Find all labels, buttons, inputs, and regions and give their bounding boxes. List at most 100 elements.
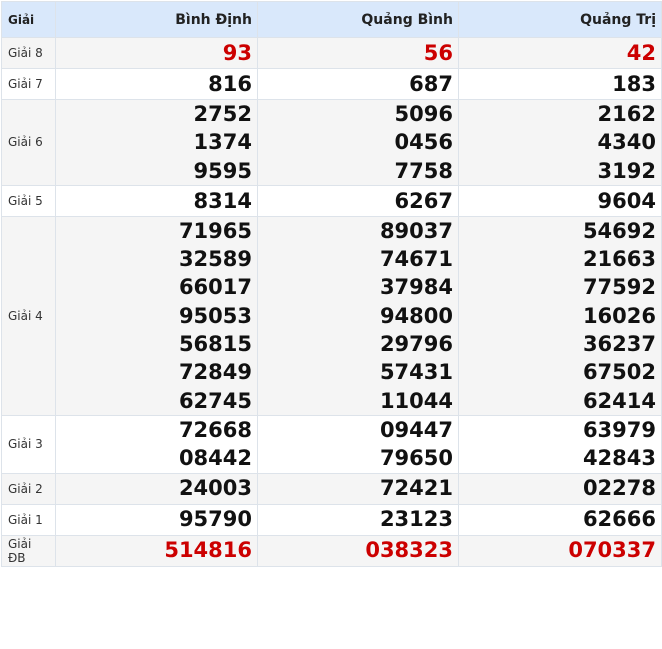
header-prize-label: Giải	[1, 1, 56, 38]
result-cell-binh-dinh: 514816	[55, 534, 258, 567]
result-number: 74671	[379, 247, 453, 272]
result-cell-binh-dinh: 2752 1374 9595	[55, 99, 258, 186]
result-number: 09447	[379, 417, 453, 442]
result-number: 9595	[193, 158, 252, 183]
result-cell-binh-dinh: 95790	[55, 503, 258, 536]
result-number: 36237	[582, 332, 656, 357]
lottery-results-table: Giải Bình Định Quảng Bình Quảng Trị Giải…	[1, 1, 662, 567]
table-row: Giải 1 95790 23123 62666	[1, 503, 662, 536]
result-number: 93	[222, 40, 252, 65]
result-number: 42	[626, 40, 656, 65]
result-number: 4340	[597, 130, 656, 155]
result-number: 62666	[582, 507, 656, 532]
result-number: 72849	[178, 360, 252, 385]
table-row: Giải 7 816 687 183	[1, 68, 662, 100]
result-number: 89037	[379, 218, 453, 243]
result-number: 72668	[178, 417, 252, 442]
result-cell-quang-tri: 54692 21663 77592 16026 36237 67502 62414	[458, 215, 662, 416]
result-cell-binh-dinh: 8314	[55, 184, 258, 217]
result-number: 62414	[582, 388, 656, 413]
header-province-quang-binh: Quảng Bình	[257, 1, 459, 38]
result-number: 79650	[379, 446, 453, 471]
result-cell-quang-binh: 23123	[257, 503, 459, 536]
result-cell-binh-dinh: 71965 32589 66017 95053 56815 72849 62745	[55, 215, 258, 416]
result-number: 62745	[178, 388, 252, 413]
prize-label: Giải 5	[1, 184, 56, 217]
result-cell-quang-tri: 183	[458, 68, 662, 100]
result-cell-quang-binh: 038323	[257, 534, 459, 567]
prize-label: Giải 6	[1, 99, 56, 186]
result-number: 66017	[178, 275, 252, 300]
result-number: 57431	[379, 360, 453, 385]
result-cell-quang-binh: 89037 74671 37984 94800 29796 57431 11044	[257, 215, 459, 416]
result-number: 71965	[178, 218, 252, 243]
result-number: 687	[409, 71, 453, 96]
result-cell-quang-binh: 72421	[257, 472, 459, 505]
result-cell-quang-tri: 9604	[458, 184, 662, 217]
result-number: 94800	[379, 303, 453, 328]
prize-label: Giải 8	[1, 37, 56, 69]
result-cell-binh-dinh: 72668 08442	[55, 414, 258, 474]
table-header-row: Giải Bình Định Quảng Bình Quảng Trị	[1, 1, 662, 38]
result-number: 183	[612, 71, 656, 96]
result-number: 24003	[178, 476, 252, 501]
result-cell-quang-tri: 63979 42843	[458, 414, 662, 474]
result-number: 2752	[193, 102, 252, 126]
prize-label: Giải 2	[1, 472, 56, 505]
prize-label: Giải 7	[1, 68, 56, 100]
result-number: 070337	[568, 538, 656, 563]
results-body: Giải 8 93 56 42 Giải 7 816 687 183 Giải 6 2752 137…	[1, 37, 662, 567]
result-number: 67502	[582, 360, 656, 385]
result-number: 37984	[379, 275, 453, 300]
header-province-binh-dinh: Bình Định	[55, 1, 258, 38]
result-number: 32589	[178, 247, 252, 272]
result-number: 72421	[379, 476, 453, 501]
result-number: 514816	[164, 538, 252, 563]
result-number: 08442	[178, 446, 252, 471]
result-number: 038323	[365, 538, 453, 563]
result-cell-binh-dinh: 93	[55, 37, 258, 69]
result-number: 29796	[379, 332, 453, 357]
result-number: 23123	[379, 507, 453, 532]
result-cell-quang-tri: 2162 4340 3192	[458, 99, 662, 186]
table-row: Giải 5 8314 6267 9604	[1, 184, 662, 217]
result-number: 95053	[178, 303, 252, 328]
result-number: 0456	[394, 130, 453, 155]
result-number: 56	[423, 40, 453, 65]
result-cell-quang-binh: 687	[257, 68, 459, 100]
table-row: Giải ĐB 514816 038323 070337	[1, 534, 662, 567]
result-cell-binh-dinh: 816	[55, 68, 258, 100]
result-cell-quang-tri: 42	[458, 37, 662, 69]
result-number: 816	[208, 71, 252, 96]
result-number: 63979	[582, 417, 656, 442]
result-cell-quang-binh: 09447 79650	[257, 414, 459, 474]
result-number: 1374	[193, 130, 252, 155]
result-cell-quang-tri: 62666	[458, 503, 662, 536]
result-cell-quang-tri: 02278	[458, 472, 662, 505]
result-number: 6267	[394, 188, 453, 213]
result-number: 8314	[193, 188, 252, 213]
result-cell-quang-binh: 56	[257, 37, 459, 69]
header-province-quang-tri: Quảng Trị	[458, 1, 662, 38]
result-number: 02278	[582, 476, 656, 501]
result-number: 42843	[582, 446, 656, 471]
table-row: Giải 6 2752 1374 9595 5096 0456 7758 2162 4340 31…	[1, 99, 662, 186]
result-number: 56815	[178, 332, 252, 357]
prize-label: Giải 3	[1, 414, 56, 474]
result-cell-quang-binh: 5096 0456 7758	[257, 99, 459, 186]
result-number: 3192	[597, 158, 656, 183]
result-number: 9604	[597, 188, 656, 213]
table-row: Giải 8 93 56 42	[1, 37, 662, 69]
result-number: 5096	[394, 102, 453, 126]
result-cell-binh-dinh: 24003	[55, 472, 258, 505]
result-number: 21663	[582, 247, 656, 272]
result-number: 11044	[379, 388, 453, 413]
result-number: 2162	[597, 102, 656, 126]
prize-label: Giải ĐB	[1, 534, 56, 567]
result-number: 7758	[394, 158, 453, 183]
result-cell-quang-binh: 6267	[257, 184, 459, 217]
table-row: Giải 4 71965 32589 66017 95053 56815 72849 6274…	[1, 215, 662, 416]
result-number: 77592	[582, 275, 656, 300]
result-cell-quang-tri: 070337	[458, 534, 662, 567]
result-number: 16026	[582, 303, 656, 328]
